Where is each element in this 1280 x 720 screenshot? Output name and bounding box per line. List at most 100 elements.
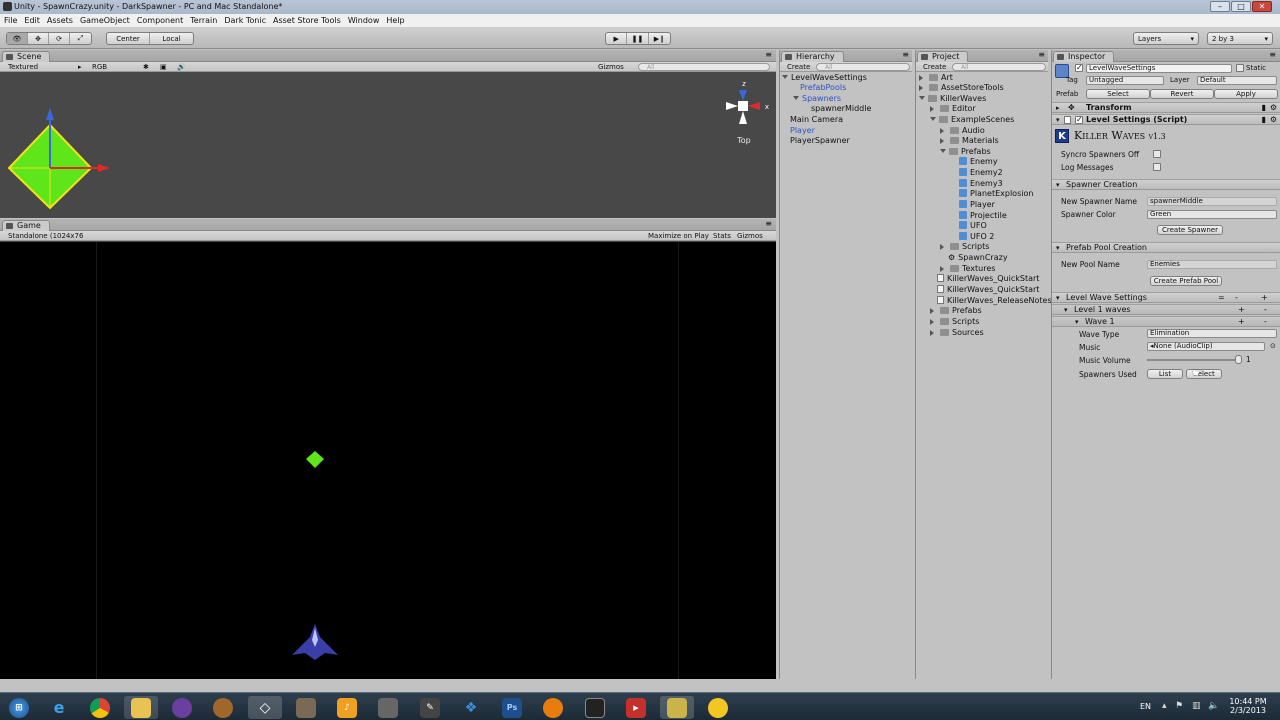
- active-checkbox[interactable]: ✓: [1075, 63, 1083, 72]
- rotate-tool-icon[interactable]: ⟳: [49, 33, 70, 44]
- taskbar-app-purple[interactable]: [165, 696, 199, 719]
- game-gizmos-dropdown[interactable]: Gizmos: [737, 232, 763, 240]
- project-folder[interactable]: AssetStoreTools: [919, 83, 1004, 93]
- project-folder[interactable]: Materials: [940, 136, 999, 146]
- network-icon[interactable]: ▥: [1192, 701, 1201, 711]
- rgb-dropdown[interactable]: RGB: [92, 63, 107, 71]
- project-create-dropdown[interactable]: Create: [923, 63, 946, 71]
- prefab-revert-button[interactable]: Revert: [1150, 89, 1214, 99]
- center-toggle[interactable]: Center: [107, 33, 151, 44]
- hierarchy-item[interactable]: PrefabPools: [800, 83, 846, 93]
- music-volume-value[interactable]: 1: [1246, 355, 1251, 364]
- resolution-dropdown[interactable]: Standalone (1024x76: [8, 232, 83, 240]
- taskbar-app-pen[interactable]: ✎: [413, 696, 447, 719]
- project-prefab[interactable]: UFO: [959, 221, 987, 231]
- project-folder[interactable]: Textures: [940, 264, 995, 274]
- hierarchy-search-input[interactable]: All: [816, 63, 910, 71]
- create-spawner-button[interactable]: Create Spawner: [1157, 225, 1223, 235]
- project-prefab[interactable]: Player: [959, 200, 995, 210]
- taskbar-app-active[interactable]: [660, 696, 694, 719]
- taskbar-dropbox[interactable]: ❖: [454, 696, 488, 719]
- component-enabled-checkbox[interactable]: ✓: [1075, 115, 1083, 124]
- project-folder[interactable]: Art: [919, 73, 953, 83]
- tab-inspector[interactable]: Inspector: [1053, 51, 1115, 62]
- music-volume-slider-track[interactable]: [1147, 359, 1239, 361]
- project-folder[interactable]: Sources: [930, 328, 984, 338]
- hierarchy-item[interactable]: PlayerSpawner: [790, 136, 850, 146]
- image-toggle-icon[interactable]: ▣: [160, 63, 167, 71]
- add-level-button[interactable]: +: [1261, 293, 1268, 303]
- taskbar-app-brown[interactable]: [206, 696, 240, 719]
- spawners-list-button[interactable]: List: [1147, 369, 1183, 379]
- menu-file[interactable]: File: [0, 14, 20, 27]
- menu-assets[interactable]: Assets: [43, 14, 76, 27]
- object-name-field[interactable]: LevelWaveSettings: [1086, 64, 1232, 73]
- panel-menu-icon[interactable]: ≡: [1038, 50, 1045, 59]
- clock[interactable]: 10:44 PM 2/3/2013: [1228, 697, 1268, 715]
- taskbar-ie[interactable]: e: [42, 696, 76, 719]
- hierarchy-item[interactable]: Spawners: [793, 94, 841, 104]
- menu-dark-tonic[interactable]: Dark Tonic: [220, 14, 269, 27]
- render-mode-dropdown[interactable]: Textured: [8, 63, 38, 71]
- project-folder[interactable]: Prefabs: [930, 306, 982, 316]
- level-settings-component-header[interactable]: ▾ ✓ Level Settings (Script) ▮ ⚙: [1052, 114, 1280, 125]
- move-tool-icon[interactable]: ✥: [28, 33, 49, 44]
- play-button[interactable]: ▶: [606, 33, 628, 44]
- component-help-icon[interactable]: ▮: [1262, 115, 1266, 125]
- hierarchy-item[interactable]: LevelWaveSettings: [782, 73, 867, 83]
- spawner-color-dropdown[interactable]: Green: [1147, 210, 1277, 219]
- menu-edit[interactable]: Edit: [20, 14, 43, 27]
- prefab-pool-creation-header[interactable]: ▾ Prefab Pool Creation: [1052, 242, 1280, 253]
- scale-tool-icon[interactable]: ⤢: [70, 33, 91, 44]
- component-settings-icon[interactable]: ⚙: [1270, 103, 1277, 113]
- tray-expand-icon[interactable]: ▴: [1162, 701, 1167, 711]
- project-prefab[interactable]: UFO 2: [959, 232, 994, 242]
- taskbar-app-film[interactable]: [289, 696, 323, 719]
- project-prefab[interactable]: Projectile: [959, 211, 1007, 221]
- language-indicator[interactable]: EN: [1140, 702, 1151, 711]
- project-folder[interactable]: Prefabs: [940, 147, 991, 157]
- hierarchy-item[interactable]: spawnerMiddle: [811, 104, 871, 114]
- start-button[interactable]: ⊞: [2, 696, 36, 719]
- taskbar-unity[interactable]: ◇: [248, 696, 282, 719]
- taskbar-photoshop[interactable]: Ps: [495, 696, 529, 719]
- menu-component[interactable]: Component: [133, 14, 186, 27]
- maximize-button[interactable]: □: [1231, 1, 1251, 12]
- create-prefab-pool-button[interactable]: Create Prefab Pool: [1150, 276, 1222, 286]
- prefab-select-button[interactable]: Select: [1086, 89, 1150, 99]
- static-dropdown[interactable]: Static: [1246, 64, 1266, 72]
- view-tool-icon[interactable]: 👁: [7, 33, 28, 44]
- level-1-waves-header[interactable]: ▾ Level 1 waves + -: [1052, 304, 1280, 315]
- layout-dropdown[interactable]: 2 by 3 ▾: [1207, 32, 1273, 45]
- taskbar-chrome[interactable]: [83, 696, 117, 719]
- static-checkbox[interactable]: [1236, 64, 1244, 72]
- scene-viewport[interactable]: z x Top: [0, 72, 776, 218]
- project-prefab[interactable]: Enemy3: [959, 179, 1003, 189]
- sort-levels-button[interactable]: =: [1218, 293, 1225, 303]
- project-file[interactable]: KillerWaves_QuickStart: [937, 274, 1039, 284]
- layer-dropdown[interactable]: Default: [1197, 76, 1277, 85]
- menu-gameobject[interactable]: GameObject: [76, 14, 133, 27]
- wave-type-dropdown[interactable]: Elimination: [1147, 329, 1277, 338]
- tab-project[interactable]: Project: [917, 51, 969, 62]
- orientation-gizmo[interactable]: z x Top: [726, 80, 769, 145]
- panel-menu-icon[interactable]: ≡: [765, 50, 772, 59]
- component-help-icon[interactable]: ▮: [1262, 103, 1266, 113]
- project-search-input[interactable]: All: [952, 63, 1046, 71]
- tab-scene[interactable]: Scene: [2, 51, 51, 62]
- panel-menu-icon[interactable]: ≡: [902, 50, 909, 59]
- taskbar-explorer[interactable]: [124, 696, 158, 719]
- project-folder[interactable]: Scripts: [930, 317, 979, 327]
- menu-asset-store-tools[interactable]: Asset Store Tools: [269, 14, 344, 27]
- project-file[interactable]: KillerWaves_QuickStart: [937, 285, 1039, 295]
- menu-terrain[interactable]: Terrain: [186, 14, 220, 27]
- tab-hierarchy[interactable]: Hierarchy: [781, 51, 844, 62]
- project-scene-file[interactable]: ⚙ SpawnCrazy: [948, 253, 1008, 263]
- spawner-creation-header[interactable]: ▾ Spawner Creation: [1052, 179, 1280, 190]
- menu-help[interactable]: Help: [382, 14, 407, 27]
- new-spawner-name-input[interactable]: spawnerMiddle: [1147, 197, 1277, 206]
- music-volume-slider-thumb[interactable]: [1235, 355, 1242, 364]
- project-prefab[interactable]: PlanetExplosion: [959, 189, 1033, 199]
- scene-search-input[interactable]: All: [638, 63, 770, 71]
- collapse-levels-button[interactable]: -: [1235, 293, 1238, 303]
